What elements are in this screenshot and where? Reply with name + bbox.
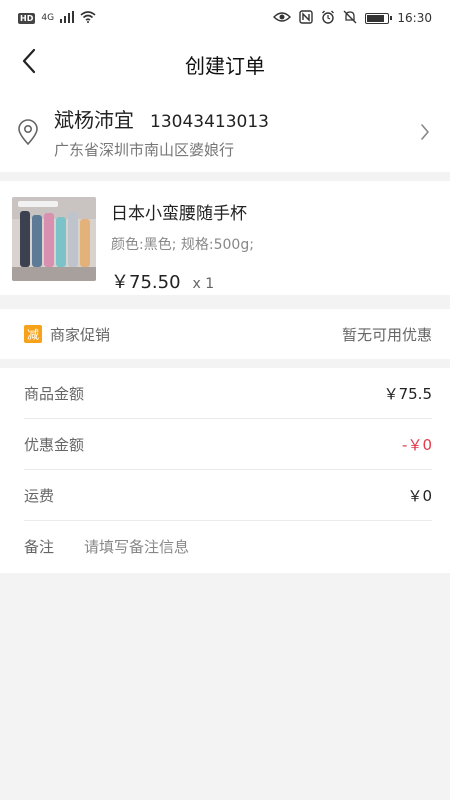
- signal-label: 4G: [41, 12, 55, 23]
- address-body: 斌杨沛宜 13043413013 广东省深圳市南山区婆娘行: [54, 104, 416, 160]
- clock-time: 16:30: [397, 11, 432, 25]
- hd-badge: HD: [18, 12, 36, 24]
- status-right: 16:30: [273, 9, 432, 27]
- back-button[interactable]: [14, 48, 44, 78]
- mute-bell-icon: [343, 10, 357, 27]
- product-card[interactable]: 日本小蛮腰随手杯 颜色:黑色; 规格:500g; ￥75.50 x 1: [0, 181, 450, 295]
- promotion-label: 商家促销: [50, 325, 111, 344]
- product-price-row: ￥75.50 x 1: [111, 268, 438, 294]
- signal-bars-icon: [60, 10, 75, 26]
- goods-amount-row: 商品金额 ￥75.5: [24, 368, 432, 419]
- promotion-status: 暂无可用优惠: [341, 325, 432, 344]
- battery-level: [367, 14, 385, 22]
- battery-icon: [365, 12, 393, 24]
- address-detail: 广东省深圳市南山区婆娘行: [54, 141, 235, 159]
- product-info: 日本小蛮腰随手杯 颜色:黑色; 规格:500g; ￥75.50 x 1: [111, 197, 438, 293]
- status-bar: HD 4G 16:30: [0, 0, 450, 36]
- note-input[interactable]: [84, 537, 385, 556]
- shipping-value: ￥0: [407, 486, 432, 505]
- product-image: [12, 197, 96, 281]
- page-title: 创建订单: [185, 53, 265, 78]
- nfc-icon: [299, 9, 314, 27]
- product-price: ￥75.50: [111, 272, 181, 293]
- discount-badge-icon: 减: [24, 325, 42, 343]
- address-row: 斌杨沛宜 13043413013: [54, 104, 416, 133]
- status-left: HD 4G: [18, 10, 96, 26]
- note-label: 备注: [24, 538, 55, 556]
- product-quantity: x 1: [192, 276, 215, 292]
- nav-bar: 创建订单: [0, 36, 450, 92]
- address-card[interactable]: 斌杨沛宜 13043413013 广东省深圳市南山区婆娘行: [0, 92, 450, 172]
- goods-amount-value: ￥75.5: [383, 384, 432, 403]
- chevron-left-icon: [21, 48, 37, 78]
- shipping-label: 运费: [24, 486, 55, 505]
- order-summary: 商品金额 ￥75.5 优惠金额 -￥0 运费 ￥0 备注: [0, 368, 450, 573]
- discount-amount-value: -￥0: [402, 435, 432, 454]
- alarm-icon: [321, 10, 335, 27]
- chevron-right-icon: [416, 123, 434, 141]
- eye-icon: [273, 11, 292, 26]
- recipient-phone: 13043413013: [150, 112, 269, 132]
- discount-amount-row: 优惠金额 -￥0: [24, 419, 432, 470]
- discount-amount-label: 优惠金额: [24, 435, 85, 454]
- shipping-row: 运费 ￥0: [24, 470, 432, 521]
- goods-amount-label: 商品金额: [24, 384, 85, 403]
- product-name: 日本小蛮腰随手杯: [111, 204, 247, 224]
- recipient-name: 斌杨沛宜: [54, 108, 134, 132]
- promotion-row[interactable]: 减 商家促销 暂无可用优惠: [0, 309, 450, 359]
- note-row: 备注: [24, 521, 432, 572]
- location-pin-icon: [16, 118, 40, 146]
- wifi-icon: [80, 10, 96, 26]
- product-spec: 颜色:黑色; 规格:500g;: [111, 237, 254, 253]
